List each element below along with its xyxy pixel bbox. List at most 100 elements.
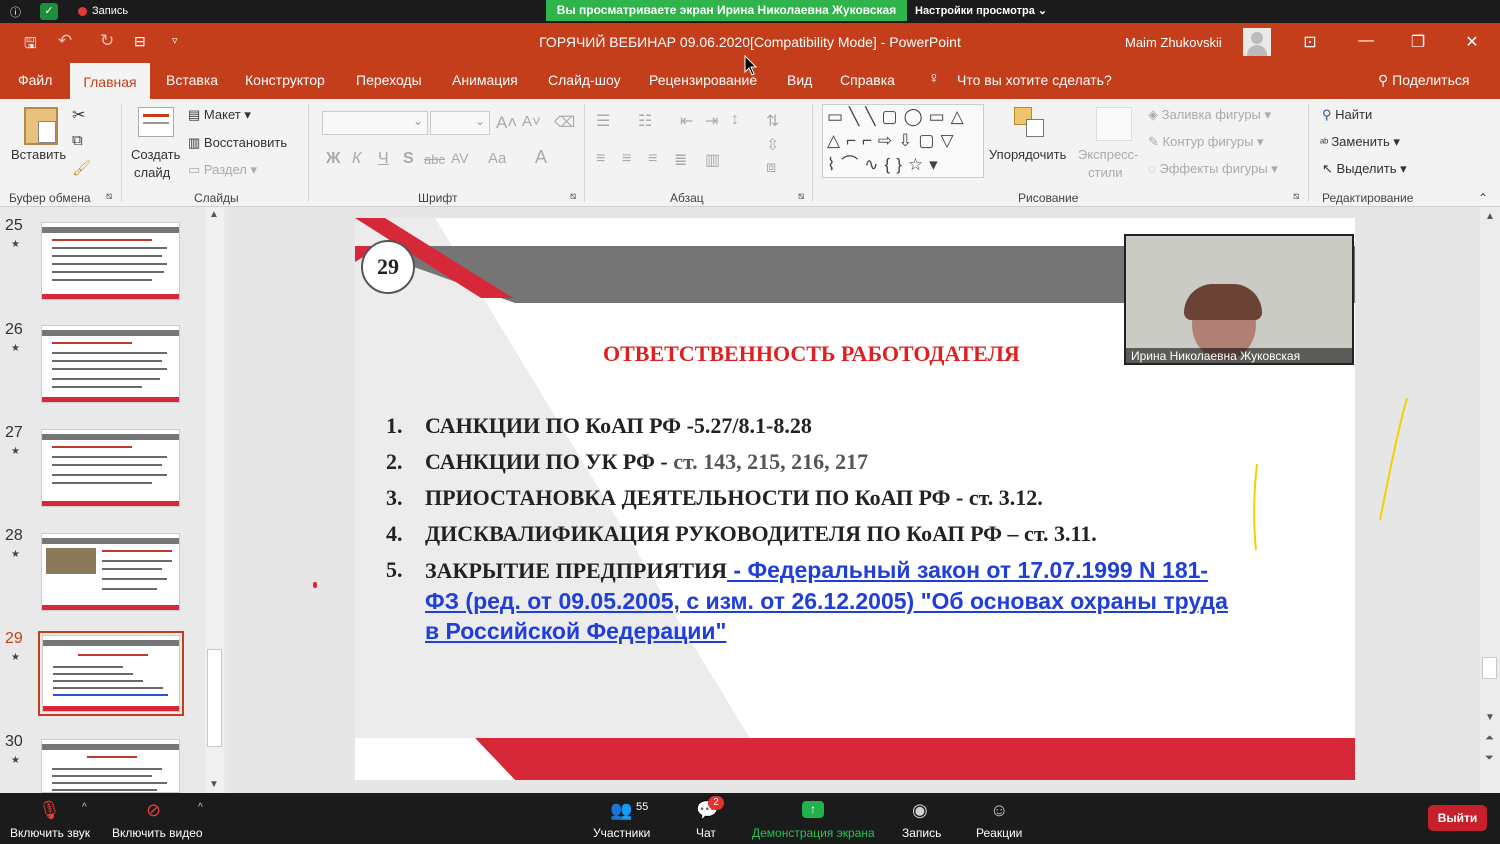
scrollbar-thumb[interactable]: [1482, 657, 1497, 679]
tab-review[interactable]: Рецензирование: [649, 72, 757, 88]
law-link[interactable]: ФЗ (ред. от 09.05.2005, с изм. от 26.12.…: [425, 588, 1228, 615]
char-spacing-button[interactable]: AV: [451, 150, 469, 166]
shield-icon[interactable]: ✓: [40, 3, 58, 20]
align-right-icon[interactable]: ≡: [648, 150, 657, 168]
info-icon[interactable]: ⓘ: [10, 4, 21, 20]
list-item[interactable]: САНКЦИИ ПО УК РФ - ст. 143, 215, 216, 21…: [425, 449, 868, 475]
align-center-icon[interactable]: ≡: [622, 150, 631, 168]
paste-icon[interactable]: [24, 107, 58, 145]
reactions-button[interactable]: ☺ Реакции: [976, 793, 1028, 844]
tab-help[interactable]: Справка: [840, 72, 895, 88]
numbering-icon[interactable]: ☷: [638, 111, 652, 131]
shapes-gallery[interactable]: ▭╲╲▢◯▭△ △⌐⌐⇨⇩▢▽ ⌇⌒∿{}☆▾: [822, 104, 984, 178]
line-spacing-icon[interactable]: ↕: [731, 111, 739, 129]
justify-icon[interactable]: ≣: [674, 150, 687, 170]
reset-button[interactable]: ▥ Восстановить: [188, 135, 287, 151]
tab-transitions[interactable]: Переходы: [356, 72, 422, 88]
list-item[interactable]: ПРИОСТАНОВКА ДЕЯТЕЛЬНОСТИ ПО КоАП РФ - с…: [425, 485, 1043, 511]
slide-thumbnail[interactable]: [41, 533, 180, 611]
tab-insert[interactable]: Вставка: [166, 72, 218, 88]
change-case-button[interactable]: Aa: [488, 150, 506, 167]
strikethrough-button[interactable]: abc: [424, 152, 445, 167]
collapse-ribbon-icon[interactable]: ⌃: [1478, 191, 1488, 205]
shape-outline-button[interactable]: ✎ Контур фигуры ▾: [1148, 134, 1264, 150]
video-button[interactable]: ⊘ ^ Включить видео: [112, 793, 212, 844]
replace-button[interactable]: ᵃᵇ Заменить ▾: [1320, 134, 1400, 150]
tab-home[interactable]: Главная: [70, 63, 150, 99]
shrink-font-icon[interactable]: A˅: [522, 113, 541, 130]
tab-file[interactable]: Файл: [18, 72, 52, 88]
slide-thumbnail[interactable]: [41, 325, 180, 403]
view-settings-button[interactable]: Настройки просмотра ⌄: [915, 3, 1047, 19]
font-size-select[interactable]: ⌄: [430, 111, 490, 135]
columns-icon[interactable]: ▥: [705, 150, 720, 170]
arrange-icon[interactable]: [1014, 107, 1048, 139]
paragraph-launcher-icon[interactable]: ⧅: [798, 191, 804, 202]
slide-thumbnail-current[interactable]: [42, 635, 180, 712]
law-link[interactable]: в Российской Федерации": [425, 618, 726, 645]
list-item[interactable]: ДИСКВАЛИФИКАЦИЯ РУКОВОДИТЕЛЯ ПО КоАП РФ …: [425, 521, 1097, 547]
select-button[interactable]: ↖ Выделить ▾: [1322, 161, 1407, 177]
record-button[interactable]: ◉ Запись: [900, 793, 944, 844]
participants-button[interactable]: 👥 55 Участники: [592, 793, 654, 844]
align-left-icon[interactable]: ≡: [596, 150, 605, 168]
tab-slideshow[interactable]: Слайд-шоу: [548, 72, 621, 88]
user-name[interactable]: Maim Zhukovskii: [1125, 35, 1222, 50]
tell-me-input[interactable]: Что вы хотите сделать?: [957, 72, 1112, 88]
chevron-up-icon[interactable]: ^: [198, 802, 203, 813]
tab-design[interactable]: Конструктор: [245, 72, 325, 88]
quick-styles-icon[interactable]: [1096, 107, 1132, 141]
grow-font-icon[interactable]: A˄: [496, 113, 517, 133]
list-item[interactable]: ЗАКРЫТИЕ ПРЕДПРИЯТИЯ - Федеральный закон…: [425, 557, 1208, 584]
slide-title[interactable]: ОТВЕТСТВЕННОСТЬ РАБОТОДАТЕЛЯ: [603, 341, 1020, 367]
law-link[interactable]: - Федеральный закон от 17.07.1999 N 181-: [727, 557, 1208, 583]
bold-button[interactable]: Ж: [326, 150, 340, 168]
tab-view[interactable]: Вид: [787, 72, 812, 88]
find-button[interactable]: ⚲ Найти: [1322, 107, 1372, 123]
minimize-icon[interactable]: —: [1356, 32, 1376, 50]
restore-icon[interactable]: ❐: [1408, 32, 1428, 52]
italic-button[interactable]: К: [352, 150, 361, 168]
underline-button[interactable]: Ч: [378, 150, 389, 168]
scroll-up-icon[interactable]: ▲: [209, 209, 219, 220]
next-slide-icon[interactable]: ⏷: [1485, 752, 1494, 765]
scroll-down-icon[interactable]: ▼: [209, 779, 219, 790]
layout-button[interactable]: ▤ Макет ▾: [188, 107, 251, 123]
cut-icon[interactable]: ✂: [72, 105, 85, 125]
slide-thumbnail[interactable]: [41, 739, 180, 793]
quick-styles-button[interactable]: Экспресс-: [1078, 147, 1139, 162]
increase-indent-icon[interactable]: ⇥: [705, 111, 718, 131]
scroll-down-icon[interactable]: ▼: [1485, 712, 1495, 723]
align-text-icon[interactable]: ⇳: [766, 135, 779, 155]
ribbon-display-icon[interactable]: ⊡: [1300, 32, 1320, 52]
chat-button[interactable]: 💬 2 Чат: [690, 793, 724, 844]
exit-button[interactable]: Выйти: [1428, 805, 1487, 831]
scrollbar-thumb[interactable]: [207, 649, 222, 747]
clipboard-launcher-icon[interactable]: ⧅: [106, 191, 112, 202]
section-button[interactable]: ▭ Раздел ▾: [188, 162, 257, 178]
mute-button[interactable]: 🎙 ^ Включить звук: [10, 793, 100, 844]
font-name-select[interactable]: ⌄: [322, 111, 428, 135]
arrange-button[interactable]: Упорядочить: [989, 147, 1066, 162]
new-slide-button[interactable]: Создать: [131, 147, 180, 162]
scroll-up-icon[interactable]: ▲: [1485, 211, 1495, 222]
chevron-up-icon[interactable]: ^: [82, 802, 87, 813]
bullets-icon[interactable]: ☰: [596, 111, 610, 131]
shadow-button[interactable]: S: [403, 150, 414, 168]
quick-styles-label-2[interactable]: стили: [1088, 165, 1123, 180]
tab-animations[interactable]: Анимация: [452, 72, 518, 88]
new-slide-label-2[interactable]: слайд: [134, 165, 170, 180]
paste-button[interactable]: Вставить: [11, 147, 66, 162]
list-item[interactable]: САНКЦИИ ПО КоАП РФ -5.27/8.1-8.28: [425, 413, 812, 439]
shape-fill-button[interactable]: ◈ Заливка фигуры ▾: [1148, 107, 1271, 123]
format-painter-icon[interactable]: 🖌: [72, 159, 91, 177]
text-direction-icon[interactable]: ⇅: [766, 111, 779, 131]
share-button[interactable]: ⚲ Поделиться: [1378, 72, 1469, 89]
slide-thumbnail[interactable]: [41, 429, 180, 507]
thumbnail-scrollbar[interactable]: ▲ ▼: [205, 207, 224, 793]
avatar[interactable]: [1243, 28, 1271, 56]
drawing-launcher-icon[interactable]: ⧅: [1293, 191, 1299, 202]
font-launcher-icon[interactable]: ⧅: [570, 191, 576, 202]
new-slide-icon[interactable]: [138, 107, 174, 137]
clear-format-icon[interactable]: ⌫: [554, 113, 575, 131]
